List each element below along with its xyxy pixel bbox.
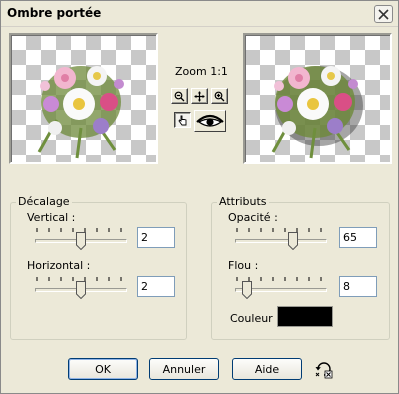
horizontal-value-field[interactable]: 2 (137, 276, 175, 297)
close-icon (378, 8, 389, 20)
opacity-label: Opacité : (228, 211, 278, 224)
pointer-button[interactable] (174, 112, 191, 128)
close-button[interactable] (374, 5, 393, 23)
blur-value-field[interactable]: 8 (339, 276, 377, 297)
reset-button[interactable] (313, 358, 335, 380)
blur-slider-thumb[interactable] (242, 281, 252, 299)
pan-button[interactable] (191, 88, 208, 104)
horizontal-slider[interactable] (35, 276, 127, 300)
cancel-button[interactable]: Annuler (149, 358, 219, 380)
opacity-slider-track (235, 239, 327, 243)
blur-label: Flou : (228, 259, 259, 272)
bouquet-image (37, 66, 124, 159)
window-title: Ombre portée (7, 6, 102, 20)
opacity-slider-thumb[interactable] (288, 232, 298, 250)
reset-icon (315, 362, 333, 379)
zoom-in-icon (214, 91, 225, 101)
bouquet-shadow-image (271, 66, 363, 159)
shadow-color-swatch[interactable] (277, 306, 333, 327)
result-preview[interactable] (243, 33, 392, 164)
opacity-slider[interactable] (235, 227, 327, 251)
title-bar: Ombre portée (1, 1, 398, 27)
blur-slider[interactable] (235, 276, 327, 300)
vertical-slider[interactable] (35, 227, 127, 251)
horizontal-label: Horizontal : (27, 259, 91, 272)
horizontal-slider-thumb[interactable] (76, 281, 86, 299)
color-label: Couleur : (230, 312, 280, 325)
offset-group-title: Décalage (16, 195, 72, 208)
zoom-out-button[interactable] (171, 88, 188, 104)
opacity-value-field[interactable]: 65 (339, 227, 377, 248)
vertical-value-field[interactable]: 2 (137, 227, 175, 248)
zoom-label: Zoom 1:1 (175, 65, 228, 78)
zoom-out-icon (174, 91, 185, 101)
vertical-label: Vertical : (27, 211, 76, 224)
dialog-window: Ombre portée Zoom 1:1 Décalage Vertical … (0, 0, 399, 394)
original-preview[interactable] (9, 33, 158, 164)
zoom-in-button[interactable] (211, 88, 228, 104)
vertical-slider-thumb[interactable] (76, 232, 86, 250)
eye-toggle-button[interactable] (194, 110, 226, 132)
hand-pointer-icon (178, 115, 187, 125)
opacity-slider-ticks (236, 228, 322, 232)
ok-button[interactable]: OK (68, 358, 138, 380)
eye-icon (196, 114, 224, 127)
pan-icon (194, 91, 205, 101)
help-button[interactable]: Aide (232, 358, 302, 380)
attributes-group-title: Attributs (217, 195, 269, 208)
